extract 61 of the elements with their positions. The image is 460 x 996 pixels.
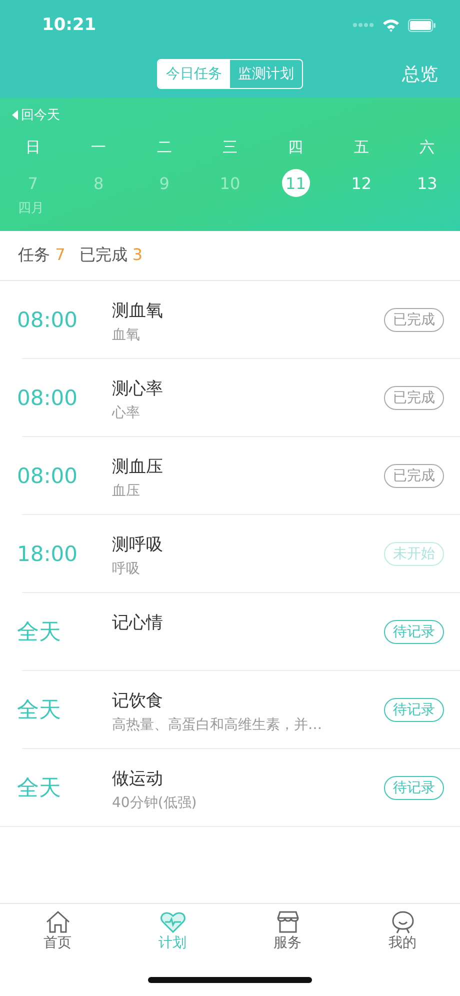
completed-count: 已完成 3 <box>79 245 143 266</box>
task-title: 测血压 <box>112 456 164 478</box>
status-badge[interactable]: 待记录 <box>384 698 444 722</box>
task-subtitle: 呼吸 <box>112 560 141 578</box>
weekday-label: 三 <box>222 138 238 157</box>
weekday-label: 四 <box>288 138 304 157</box>
month-label: 四月 <box>18 200 44 217</box>
task-count: 任务 7 <box>18 245 66 266</box>
calendar-day[interactable]: 7 <box>18 169 47 197</box>
tab-bar-item[interactable]: 我的 <box>345 910 460 963</box>
tab-bar-item[interactable]: 服务 <box>230 910 345 963</box>
weekday-label: 二 <box>156 138 172 157</box>
task-time: 全天 <box>17 618 62 646</box>
segment-tab[interactable]: 监测计划 <box>230 60 302 88</box>
overview-button[interactable]: 总览 <box>402 62 438 86</box>
task-time: 18:00 <box>17 542 79 566</box>
calendar-day[interactable]: 13 <box>413 169 442 197</box>
task-time: 08:00 <box>17 308 79 332</box>
task-title: 测心率 <box>112 378 164 400</box>
task-subtitle: 高热量、高蛋白和高维生素，并… <box>112 716 323 734</box>
weekday-label: 一 <box>91 138 106 157</box>
status-badge[interactable]: 已完成 <box>384 386 444 410</box>
signal-icon <box>352 22 374 28</box>
tab-bar-item[interactable]: 首页 <box>0 910 115 963</box>
task-title: 记饮食 <box>112 690 164 712</box>
weekday-label: 日 <box>25 138 40 157</box>
calendar-day[interactable]: 8 <box>84 169 113 197</box>
status-badge[interactable]: 未开始 <box>384 542 444 566</box>
task-title: 记心情 <box>112 612 164 634</box>
status-badge[interactable]: 待记录 <box>384 776 444 800</box>
calendar-day[interactable]: 9 <box>150 169 178 197</box>
task-title: 测血氧 <box>112 300 164 322</box>
smiley-face-icon <box>390 910 416 934</box>
wifi-icon <box>382 18 400 32</box>
left-triangle-icon <box>12 110 18 120</box>
task-subtitle: 心率 <box>112 404 141 422</box>
store-icon <box>274 910 300 934</box>
calendar-day[interactable]: 11 <box>282 169 310 197</box>
tab-bar-item[interactable]: 计划 <box>115 910 230 963</box>
back-today-button[interactable]: 回今天 <box>0 106 60 124</box>
status-badge[interactable]: 已完成 <box>384 308 444 332</box>
task-title: 测呼吸 <box>112 534 164 556</box>
heart-pulse-icon <box>160 910 186 934</box>
task-time: 全天 <box>17 774 62 802</box>
task-title: 做运动 <box>112 768 164 790</box>
status-time: 10:21 <box>42 15 96 35</box>
task-time: 08:00 <box>17 464 79 488</box>
task-subtitle: 血压 <box>112 482 141 500</box>
calendar-day[interactable]: 12 <box>347 169 376 197</box>
weekday-label: 六 <box>420 138 435 157</box>
calendar-day[interactable]: 10 <box>216 169 244 197</box>
battery-icon <box>408 18 436 32</box>
segment-tab[interactable]: 今日任务 <box>158 60 230 88</box>
status-badge[interactable]: 待记录 <box>384 620 444 644</box>
task-time: 全天 <box>17 696 62 724</box>
task-subtitle: 血氧 <box>112 326 141 344</box>
task-time: 08:00 <box>17 386 79 410</box>
status-badge[interactable]: 已完成 <box>384 464 444 488</box>
home-icon <box>44 910 70 934</box>
weekday-label: 五 <box>354 138 369 157</box>
task-subtitle: 40分钟(低强) <box>112 794 198 812</box>
